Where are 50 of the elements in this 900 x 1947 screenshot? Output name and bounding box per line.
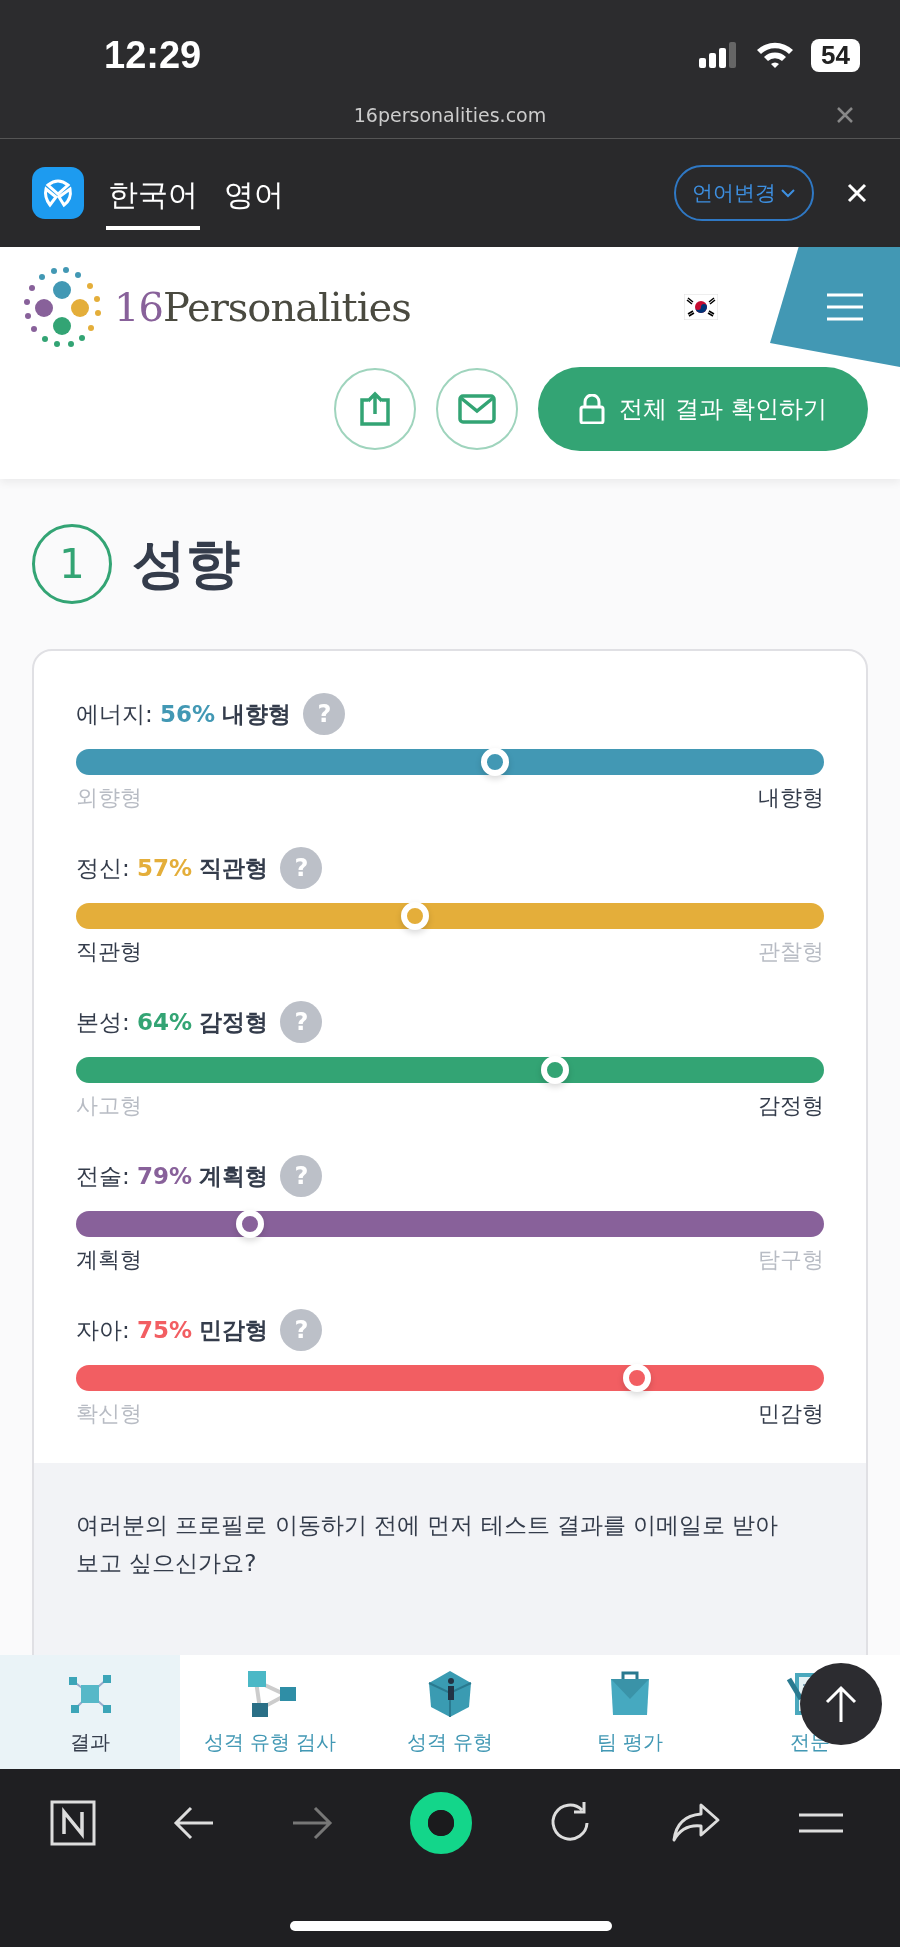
trait-pole-label: 직관형 xyxy=(76,938,142,966)
chevron-down-icon xyxy=(780,187,796,199)
logo-text[interactable]: 16Personalities xyxy=(114,284,411,330)
trait-pole-label: 관찰형 xyxy=(758,938,824,966)
nav-tab[interactable]: 성격 유형 검사 xyxy=(180,1655,360,1769)
wifi-icon xyxy=(755,41,796,69)
clock-time: 12:29 xyxy=(104,33,202,77)
help-icon[interactable]: ? xyxy=(280,847,323,889)
trait-label: 전술: 79% 계획형 xyxy=(76,1161,269,1191)
trait-pole-label: 확신형 xyxy=(76,1400,142,1428)
n-logo-icon[interactable] xyxy=(50,1800,96,1846)
ring-icon[interactable] xyxy=(409,1792,472,1854)
language-tab[interactable]: 한국어 xyxy=(106,164,200,230)
envelope-icon xyxy=(458,394,496,424)
help-icon[interactable]: ? xyxy=(303,693,346,735)
trait-pole-label: 민감형 xyxy=(758,1400,824,1428)
battery-indicator: 54 xyxy=(811,38,860,72)
share-arrow-icon[interactable] xyxy=(670,1802,721,1844)
trait-pole-label: 감정형 xyxy=(758,1092,824,1120)
trait-label: 에너지: 56% 내향형 xyxy=(76,699,292,729)
language-tab[interactable]: 영어 xyxy=(222,164,286,230)
url-text[interactable]: 16personalities.com xyxy=(353,104,547,126)
trait-pole-label: 사고형 xyxy=(76,1092,142,1120)
section-title: 성향 xyxy=(132,530,240,597)
email-prompt-text: 여러분의 프로필로 이동하기 전에 먼저 테스트 결과를 이메일로 받아 보고 싶으신가요? xyxy=(76,1511,780,1578)
unlock-results-button[interactable]: 전체 결과 확인하기 xyxy=(538,367,868,451)
lock-icon xyxy=(579,394,606,424)
menu-button[interactable] xyxy=(770,247,900,367)
arrow-up-icon xyxy=(823,1684,859,1724)
forward-icon[interactable] xyxy=(291,1806,333,1840)
nav-tab[interactable]: 성격 유형 xyxy=(360,1655,540,1769)
trait-pole-label: 외향형 xyxy=(76,784,142,812)
section-number: 1 xyxy=(32,524,112,604)
help-icon[interactable]: ? xyxy=(280,1001,323,1043)
back-icon[interactable] xyxy=(172,1806,215,1840)
trait-pole-label: 계획형 xyxy=(76,1246,142,1274)
nav-tab[interactable]: 팀 평가 xyxy=(540,1655,720,1769)
trait-label: 자아: 75% 민감형 xyxy=(76,1315,269,1345)
translate-app-icon[interactable] xyxy=(32,167,84,219)
trait-label: 본성: 64% 감정형 xyxy=(76,1007,269,1037)
help-icon[interactable]: ? xyxy=(280,1309,323,1351)
menu-icon[interactable] xyxy=(797,1812,845,1834)
nav-tab[interactable]: 결과 xyxy=(0,1655,180,1769)
trait-pole-label: 탐구형 xyxy=(758,1246,824,1274)
trait-pole-label: 내향형 xyxy=(758,784,824,812)
flag-icon[interactable] xyxy=(684,294,718,320)
trait-label: 정신: 57% 직관형 xyxy=(76,853,269,883)
language-change-button[interactable]: 언어변경 xyxy=(674,165,814,221)
help-icon[interactable]: ? xyxy=(280,1155,323,1197)
logo-icon[interactable] xyxy=(24,266,104,348)
